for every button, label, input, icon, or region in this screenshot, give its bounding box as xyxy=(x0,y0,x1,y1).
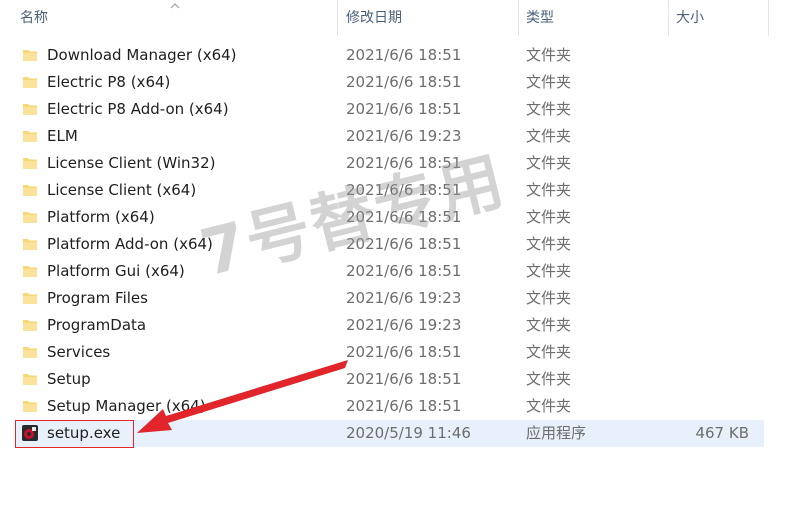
folder-icon xyxy=(23,158,37,169)
file-row[interactable]: Setup Manager (x64) 2021/6/6 18:51 文件夹 xyxy=(0,393,790,420)
file-type: 文件夹 xyxy=(526,370,572,388)
file-name: Setup xyxy=(47,370,91,388)
file-size: 467 KB xyxy=(695,424,749,442)
file-date: 2021/6/6 18:51 xyxy=(346,100,462,118)
file-row[interactable]: ELM 2021/6/6 19:23 文件夹 xyxy=(0,123,790,150)
file-name: Download Manager (x64) xyxy=(47,46,237,64)
folder-icon xyxy=(23,293,37,304)
file-name: ELM xyxy=(47,127,78,145)
column-header-date[interactable]: 修改日期 xyxy=(337,0,518,36)
folder-icon xyxy=(23,239,37,250)
file-date: 2021/6/6 18:51 xyxy=(346,262,462,280)
file-name: License Client (x64) xyxy=(47,181,197,199)
file-name: License Client (Win32) xyxy=(47,154,216,172)
file-type: 文件夹 xyxy=(526,235,572,253)
folder-icon xyxy=(23,185,37,196)
file-name: Platform (x64) xyxy=(47,208,155,226)
file-name: Electric P8 (x64) xyxy=(47,73,171,91)
folder-icon xyxy=(23,50,37,61)
file-date: 2021/6/6 18:51 xyxy=(346,46,462,64)
folder-icon xyxy=(23,401,37,412)
file-row[interactable]: Setup 2021/6/6 18:51 文件夹 xyxy=(0,366,790,393)
annotation-highlight-box xyxy=(15,420,134,448)
file-name: Platform Add-on (x64) xyxy=(47,235,213,253)
file-type: 文件夹 xyxy=(526,262,572,280)
file-type: 文件夹 xyxy=(526,316,572,334)
file-name: Program Files xyxy=(47,289,148,307)
file-name: Electric P8 Add-on (x64) xyxy=(47,100,229,118)
file-type: 文件夹 xyxy=(526,46,572,64)
file-date: 2021/6/6 18:51 xyxy=(346,397,462,415)
file-type: 文件夹 xyxy=(526,73,572,91)
file-name: Services xyxy=(47,343,111,361)
file-row[interactable]: Services 2021/6/6 18:51 文件夹 xyxy=(0,339,790,366)
file-type: 文件夹 xyxy=(526,397,572,415)
column-divider[interactable] xyxy=(768,0,769,36)
folder-icon xyxy=(23,212,37,223)
file-date: 2021/6/6 19:23 xyxy=(346,289,462,307)
file-row[interactable]: Program Files 2021/6/6 19:23 文件夹 xyxy=(0,285,790,312)
folder-icon xyxy=(23,374,37,385)
column-header-size[interactable]: 大小 xyxy=(668,0,768,36)
file-row[interactable]: Electric P8 (x64) 2021/6/6 18:51 文件夹 xyxy=(0,69,790,96)
file-row[interactable]: Platform Gui (x64) 2021/6/6 18:51 文件夹 xyxy=(0,258,790,285)
folder-icon xyxy=(23,266,37,277)
folder-icon xyxy=(23,347,37,358)
file-type: 文件夹 xyxy=(526,100,572,118)
file-type: 文件夹 xyxy=(526,208,572,226)
file-type: 文件夹 xyxy=(526,343,572,361)
folder-icon xyxy=(23,320,37,331)
column-header-name[interactable]: 名称 xyxy=(0,0,337,36)
file-row[interactable]: Electric P8 Add-on (x64) 2021/6/6 18:51 … xyxy=(0,96,790,123)
file-date: 2021/6/6 18:51 xyxy=(346,343,462,361)
folder-icon xyxy=(23,77,37,88)
folder-icon xyxy=(23,131,37,142)
file-date: 2021/6/6 18:51 xyxy=(346,73,462,91)
file-row[interactable]: Download Manager (x64) 2021/6/6 18:51 文件… xyxy=(0,42,790,69)
file-name: Platform Gui (x64) xyxy=(47,262,185,280)
column-header: 名称 修改日期 类型 大小 xyxy=(0,0,790,36)
file-type: 文件夹 xyxy=(526,127,572,145)
file-row[interactable]: ProgramData 2021/6/6 19:23 文件夹 xyxy=(0,312,790,339)
file-date: 2021/6/6 18:51 xyxy=(346,370,462,388)
file-name: Setup Manager (x64) xyxy=(47,397,206,415)
file-date: 2021/6/6 19:23 xyxy=(346,316,462,334)
file-type: 文件夹 xyxy=(526,154,572,172)
column-header-type[interactable]: 类型 xyxy=(518,0,668,36)
file-type: 文件夹 xyxy=(526,289,572,307)
file-name: ProgramData xyxy=(47,316,147,334)
folder-icon xyxy=(23,104,37,115)
file-type: 应用程序 xyxy=(526,424,587,442)
file-date: 2020/5/19 11:46 xyxy=(346,424,471,442)
file-type: 文件夹 xyxy=(526,181,572,199)
